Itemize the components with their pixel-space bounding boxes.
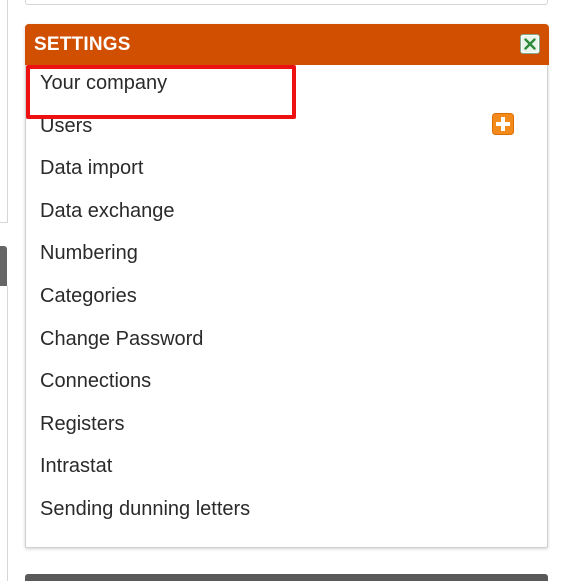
background-tab-left[interactable] [0, 246, 7, 286]
background-panel-top [25, 0, 548, 5]
menu-item-label: Numbering [40, 242, 138, 265]
menu-item-label: Data import [40, 157, 144, 180]
menu-item-your-company[interactable]: Your company [26, 72, 547, 123]
menu-item-sending-dunning-letters[interactable]: Sending dunning letters [26, 498, 547, 549]
plus-icon [492, 112, 514, 135]
background-panel-left [0, 0, 8, 223]
close-x-icon [521, 35, 539, 53]
menu-item-label: Intrastat [40, 455, 113, 478]
menu-item-label: Users [40, 114, 93, 137]
menu-item-label: Registers [40, 412, 125, 435]
next-panel-header[interactable] [25, 574, 548, 581]
menu-item-label: Change Password [40, 327, 204, 350]
menu-item-label: Sending dunning letters [40, 497, 251, 520]
page: SETTINGS Your company Users Data import … [0, 0, 578, 581]
close-button[interactable] [520, 34, 540, 54]
menu-item-label: Your company [40, 72, 168, 94]
settings-panel-header: SETTINGS [25, 24, 549, 65]
settings-panel: SETTINGS Your company Users Data import … [25, 24, 549, 549]
menu-item-label: Categories [40, 284, 137, 307]
settings-menu: Your company Users Data import Data exch… [26, 72, 547, 549]
panel-title: SETTINGS [34, 34, 131, 55]
add-user-button[interactable] [492, 112, 514, 135]
background-panel-left-lower [0, 286, 8, 581]
menu-item-label: Connections [40, 370, 152, 393]
menu-item-label: Data exchange [40, 199, 175, 222]
